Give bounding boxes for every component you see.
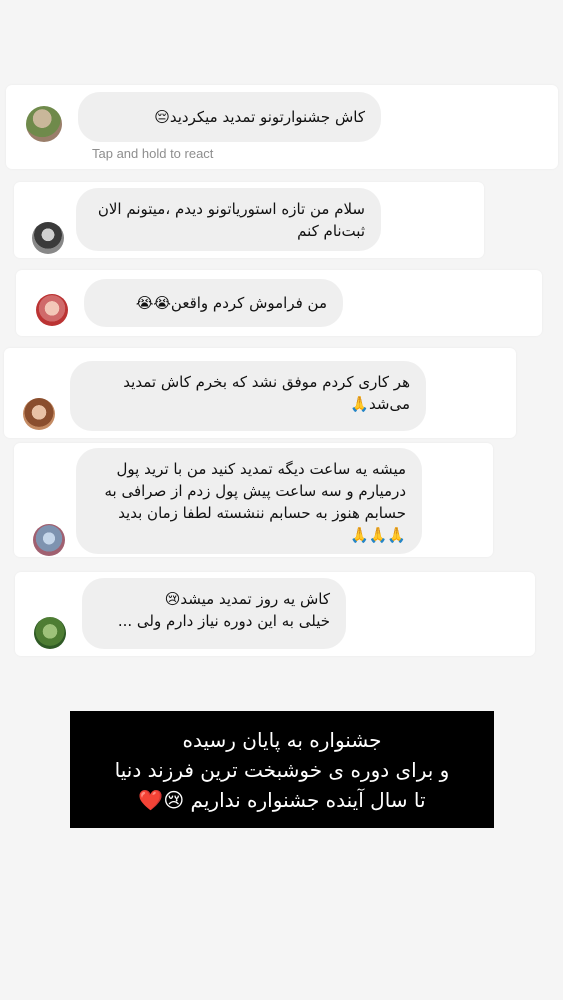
- message-bubble[interactable]: میشه یه ساعت دیگه تمدید کنید من با ترید …: [76, 448, 422, 554]
- banner-line-3: تا سال آینده جشنواره نداریم 😢❤️: [138, 788, 426, 812]
- avatar[interactable]: [34, 617, 66, 649]
- message-bubble[interactable]: کاش جشنوارتونو تمدید میکردید😔: [78, 92, 381, 142]
- avatar[interactable]: [26, 106, 62, 142]
- message-bubble[interactable]: هر کاری کردم موفق نشد که بخرم کاش تمدید …: [70, 361, 426, 431]
- avatar[interactable]: [32, 222, 64, 254]
- message-bubble[interactable]: من فراموش کردم واقعن😭😭: [84, 279, 343, 327]
- announcement-banner: جشنواره به پایان رسیده و برای دوره ی خوش…: [70, 711, 494, 828]
- avatar[interactable]: [36, 294, 68, 326]
- message-bubble[interactable]: سلام من تازه استوریاتونو دیدم ،میتونم ال…: [76, 188, 381, 251]
- tap-hint: Tap and hold to react: [92, 146, 214, 161]
- avatar[interactable]: [23, 398, 55, 430]
- banner-line-2: و برای دوره ی خوشبخت ترین فرزند دنیا: [114, 758, 450, 782]
- message-bubble[interactable]: کاش یه روز تمدید میشد😢 خیلی به این دوره …: [82, 578, 346, 649]
- avatar[interactable]: [33, 524, 65, 556]
- banner-line-1: جشنواره به پایان رسیده: [182, 728, 382, 752]
